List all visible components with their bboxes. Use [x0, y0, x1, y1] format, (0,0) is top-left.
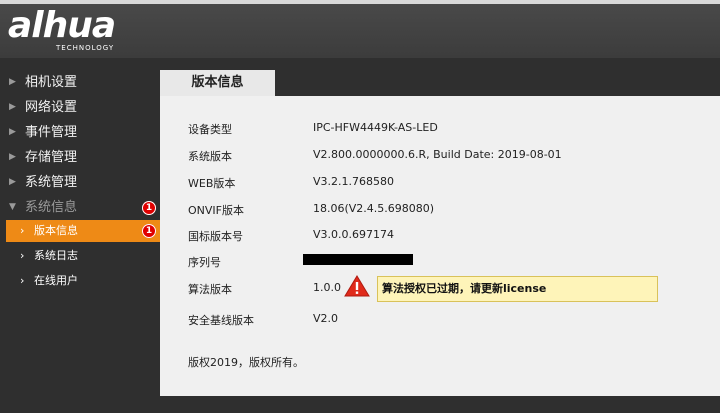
- sidebar: ▶ 相机设置 ▶ 网络设置 ▶ 事件管理 ▶ 存储管理 ▶ 系统管理 ▼ 系统信…: [0, 58, 160, 413]
- info-value: 1.0.0: [313, 281, 341, 294]
- info-key: 设备类型: [188, 123, 232, 136]
- triangle-right-icon: ▶: [9, 102, 16, 112]
- info-value: V3.0.0.697174: [313, 228, 395, 241]
- sidebar-item-label: 事件管理: [25, 125, 78, 140]
- top-line: [0, 0, 720, 4]
- copyright-text: 版权2019，版权所有。: [188, 356, 304, 369]
- sidebar-item-system-info[interactable]: ▼ 系统信息 1: [0, 195, 160, 220]
- alert-badge: 1: [142, 224, 156, 238]
- sidebar-item-network-settings[interactable]: ▶ 网络设置: [0, 95, 160, 120]
- sidebar-item-label: 存储管理: [25, 150, 78, 165]
- sidebar-subitem-online-users[interactable]: › 在线用户: [6, 270, 160, 292]
- sidebar-item-label: 系统信息: [25, 200, 78, 215]
- license-expired-warning: 算法授权已过期，请更新license: [377, 276, 658, 302]
- info-key: 国标版本号: [188, 230, 243, 243]
- info-value: V3.2.1.768580: [313, 175, 395, 188]
- triangle-right-icon: ▶: [9, 127, 16, 137]
- sidebar-item-label: 相机设置: [25, 75, 78, 90]
- tab-version-info[interactable]: 版本信息: [160, 70, 275, 96]
- triangle-down-icon: ▼: [9, 202, 16, 212]
- info-key: ONVIF版本: [188, 204, 244, 217]
- sidebar-subitem-version-info[interactable]: › 版本信息 1: [6, 220, 160, 242]
- chevron-right-icon: ›: [20, 224, 25, 237]
- bottom-bar: [160, 396, 720, 413]
- redacted-serial-value: [303, 254, 413, 265]
- logo: alhua: [8, 5, 116, 46]
- sidebar-item-label: 系统管理: [25, 175, 78, 190]
- sidebar-item-system-management[interactable]: ▶ 系统管理: [0, 170, 160, 195]
- triangle-right-icon: ▶: [9, 177, 16, 187]
- sidebar-subitem-label: 在线用户: [34, 274, 78, 287]
- info-value: IPC-HFW4449K-AS-LED: [313, 121, 438, 134]
- sidebar-item-storage-management[interactable]: ▶ 存储管理: [0, 145, 160, 170]
- sidebar-item-event-management[interactable]: ▶ 事件管理: [0, 120, 160, 145]
- chevron-right-icon: ›: [20, 249, 25, 262]
- info-key: WEB版本: [188, 177, 236, 190]
- logo-subtitle: TECHNOLOGY: [56, 44, 115, 52]
- triangle-right-icon: ▶: [9, 152, 16, 162]
- chevron-right-icon: ›: [20, 274, 25, 287]
- info-value: 18.06(V2.4.5.698080): [313, 202, 435, 215]
- sidebar-item-label: 网络设置: [25, 100, 78, 115]
- info-value: V2.800.0000000.6.R, Build Date: 2019-08-…: [313, 148, 562, 161]
- info-value: V2.0: [313, 312, 339, 325]
- sidebar-subitem-label: 系统日志: [34, 249, 78, 262]
- info-key: 算法版本: [188, 283, 232, 296]
- info-key: 安全基线版本: [188, 314, 254, 327]
- sidebar-item-camera-settings[interactable]: ▶ 相机设置: [0, 70, 160, 95]
- header: alhua TECHNOLOGY: [0, 0, 720, 58]
- sidebar-subitem-label: 版本信息: [34, 224, 78, 237]
- version-info-panel: 设备类型 IPC-HFW4449K-AS-LED 系统版本 V2.800.000…: [160, 96, 720, 396]
- info-key: 系统版本: [188, 150, 232, 163]
- info-key: 序列号: [188, 256, 221, 269]
- sidebar-subitem-system-log[interactable]: › 系统日志: [6, 245, 160, 267]
- alert-badge: 1: [142, 201, 156, 215]
- triangle-right-icon: ▶: [9, 77, 16, 87]
- warning-icon: [344, 275, 370, 297]
